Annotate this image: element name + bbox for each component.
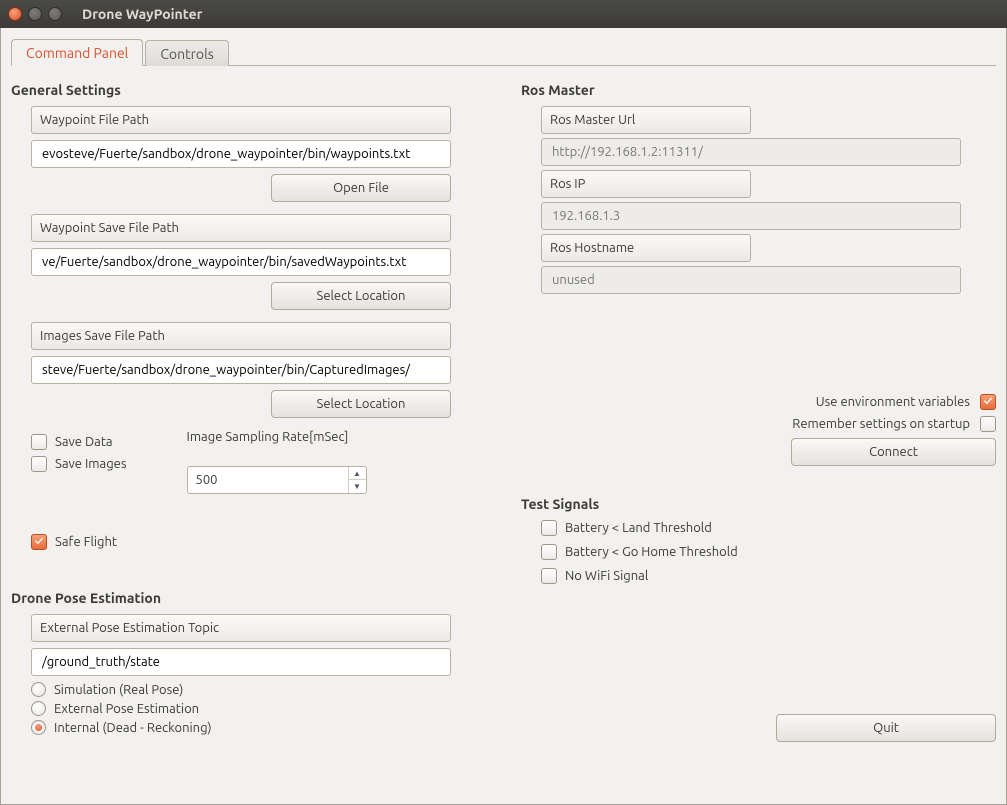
tab-command-panel[interactable]: Command Panel xyxy=(11,39,143,66)
pose-estimation-heading: Drone Pose Estimation xyxy=(11,590,481,606)
pose-radio-internal-label: Internal (Dead - Reckoning) xyxy=(54,721,212,735)
safe-flight-label: Safe Flight xyxy=(55,535,117,549)
waypoint-save-path-label: Waypoint Save File Path xyxy=(31,214,451,242)
use-env-checkbox[interactable] xyxy=(980,394,996,410)
open-file-button[interactable]: Open File xyxy=(271,174,451,202)
safe-flight-checkbox[interactable] xyxy=(31,534,47,550)
window-maximize-icon[interactable] xyxy=(48,7,62,21)
save-data-label: Save Data xyxy=(55,435,113,449)
spinner-up-icon[interactable]: ▲ xyxy=(349,467,366,480)
test-signals-heading: Test Signals xyxy=(521,496,996,512)
remember-settings-checkbox[interactable] xyxy=(980,416,996,432)
ros-url-input[interactable] xyxy=(541,138,961,166)
ros-master-heading: Ros Master xyxy=(521,82,996,98)
waypoint-file-path-label: Waypoint File Path xyxy=(31,106,451,134)
titlebar: Drone WayPointer xyxy=(0,0,1007,28)
waypoint-file-path-input[interactable] xyxy=(31,140,451,168)
select-location-save-button[interactable]: Select Location xyxy=(271,282,451,310)
pose-radio-simulation[interactable] xyxy=(31,682,46,697)
battery-home-checkbox[interactable] xyxy=(541,544,557,560)
sampling-rate-spinner[interactable]: 500 ▲ ▼ xyxy=(187,466,367,494)
pose-radio-external[interactable] xyxy=(31,701,46,716)
pose-radio-internal[interactable] xyxy=(31,720,46,735)
general-settings-heading: General Settings xyxy=(11,82,481,98)
use-env-label: Use environment variables xyxy=(816,395,970,409)
waypoint-save-path-input[interactable] xyxy=(31,248,451,276)
window-close-icon[interactable] xyxy=(8,7,22,21)
window-title: Drone WayPointer xyxy=(82,6,202,22)
pose-radio-simulation-label: Simulation (Real Pose) xyxy=(54,683,183,697)
ros-ip-label: Ros IP xyxy=(541,170,751,198)
pose-radio-external-label: External Pose Estimation xyxy=(54,702,199,716)
images-save-path-label: Images Save File Path xyxy=(31,322,451,350)
battery-land-label: Battery < Land Threshold xyxy=(565,521,712,535)
pose-topic-label: External Pose Estimation Topic xyxy=(31,614,451,642)
window-minimize-icon[interactable] xyxy=(28,7,42,21)
save-images-checkbox[interactable] xyxy=(31,456,47,472)
pose-topic-input[interactable] xyxy=(31,648,451,676)
battery-home-label: Battery < Go Home Threshold xyxy=(565,545,738,559)
ros-hostname-label: Ros Hostname xyxy=(541,234,751,262)
remember-settings-label: Remember settings on startup xyxy=(792,417,970,431)
quit-button[interactable]: Quit xyxy=(776,714,996,742)
save-data-checkbox[interactable] xyxy=(31,434,47,450)
save-images-label: Save Images xyxy=(55,457,127,471)
select-location-images-button[interactable]: Select Location xyxy=(271,390,451,418)
ros-hostname-input[interactable] xyxy=(541,266,961,294)
battery-land-checkbox[interactable] xyxy=(541,520,557,536)
ros-url-label: Ros Master Url xyxy=(541,106,751,134)
tab-bar: Command Panel Controls xyxy=(11,36,996,66)
connect-button[interactable]: Connect xyxy=(791,438,996,466)
no-wifi-checkbox[interactable] xyxy=(541,568,557,584)
spinner-down-icon[interactable]: ▼ xyxy=(349,480,366,493)
sampling-rate-value: 500 xyxy=(196,473,218,487)
ros-ip-input[interactable] xyxy=(541,202,961,230)
no-wifi-label: No WiFi Signal xyxy=(565,569,648,583)
window-body: Command Panel Controls General Settings … xyxy=(0,28,1007,805)
sampling-rate-label: Image Sampling Rate[mSec] xyxy=(187,430,367,444)
images-save-path-input[interactable] xyxy=(31,356,451,384)
tab-controls[interactable]: Controls xyxy=(145,40,228,66)
